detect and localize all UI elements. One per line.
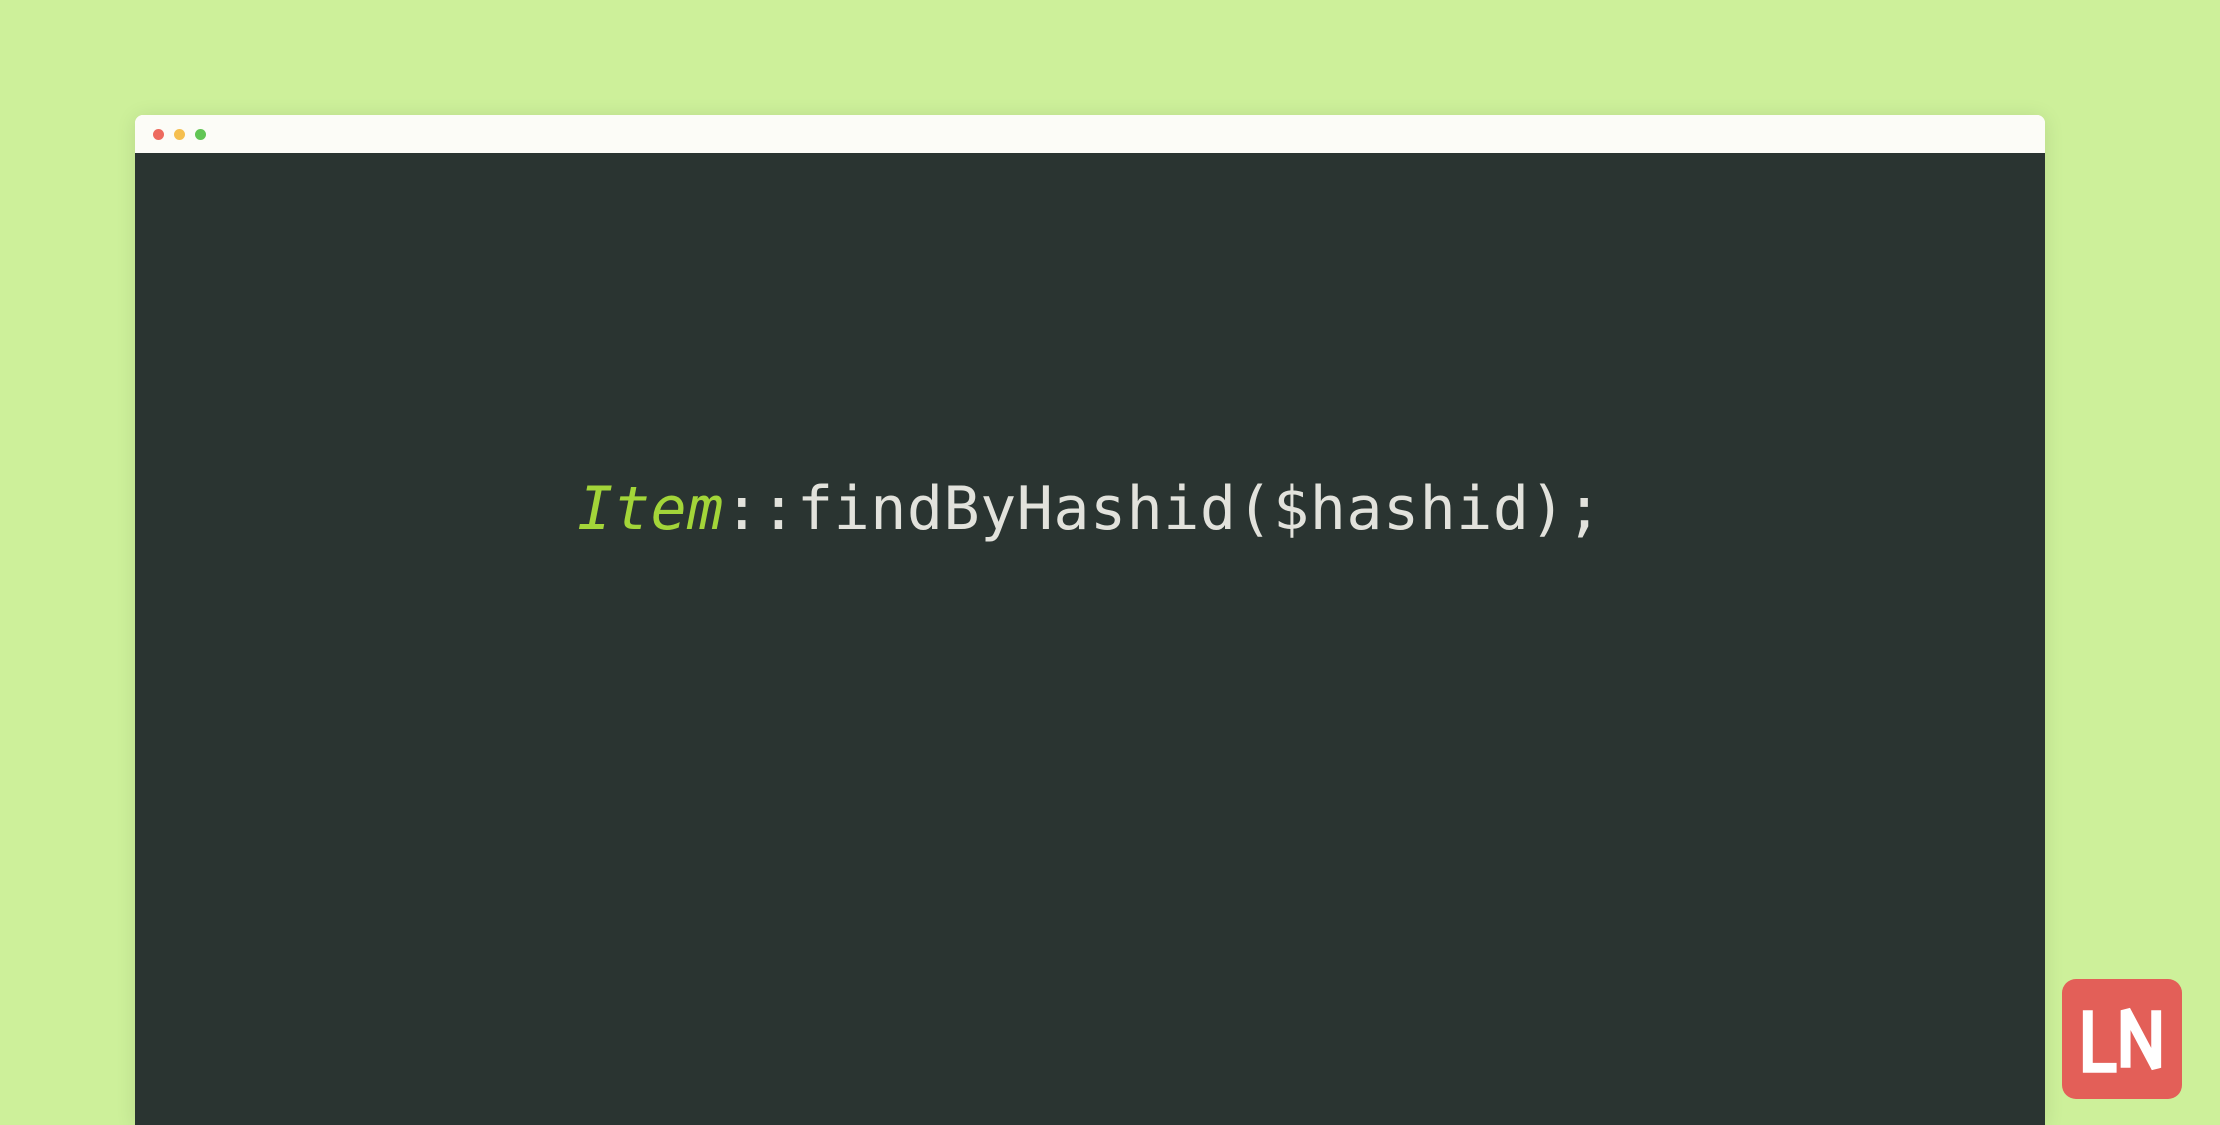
window-close-dot[interactable]: [153, 129, 164, 140]
code-editor-area: Item::findByHashid($hashid);: [135, 153, 2045, 1125]
window-maximize-dot[interactable]: [195, 129, 206, 140]
window-titlebar: [135, 115, 2045, 153]
logo-badge: [2062, 979, 2182, 1099]
logo-ln-icon: [2077, 994, 2167, 1084]
code-class-name: Item: [577, 474, 724, 544]
code-line: Item::findByHashid($hashid);: [577, 474, 1602, 544]
window-minimize-dot[interactable]: [174, 129, 185, 140]
editor-window: Item::findByHashid($hashid);: [135, 115, 2045, 1125]
code-method-call: ::findByHashid($hashid);: [724, 474, 1603, 544]
